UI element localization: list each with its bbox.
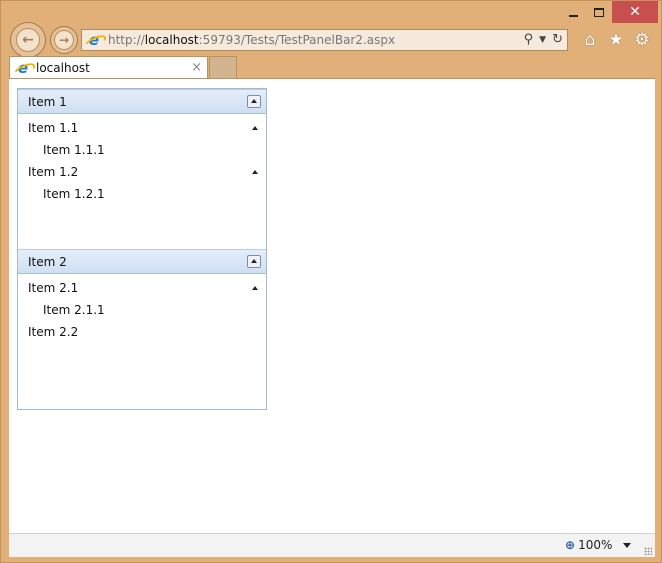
maximize-icon	[594, 7, 604, 17]
expand-arrow-icon[interactable]	[252, 126, 258, 130]
panel-item-label: Item 2.1.1	[43, 303, 105, 317]
new-tab-button[interactable]	[209, 56, 237, 78]
panel-header-item-2[interactable]: Item 2	[18, 249, 266, 274]
panel-item-label: Item 1.1	[28, 121, 79, 135]
zoom-icon: ⊕	[565, 538, 576, 552]
address-bar[interactable]: e http://localhost:59793/Tests/TestPanel…	[81, 29, 568, 51]
panel-header-label: Item 1	[28, 94, 67, 109]
forward-button[interactable]: →	[50, 26, 78, 54]
expand-arrow-icon[interactable]	[252, 170, 258, 174]
ie-logo-icon: e	[15, 60, 31, 76]
panel-item-label: Item 2.1	[28, 281, 79, 295]
browser-tab[interactable]: e localhost ×	[9, 56, 208, 79]
close-window-button[interactable]: ✕	[612, 1, 658, 23]
close-icon: ✕	[629, 4, 641, 20]
panel-item-1-1-1[interactable]: Item 1.1.1	[43, 139, 105, 161]
panel-item-2-1-1[interactable]: Item 2.1.1	[43, 299, 105, 321]
expand-arrow-icon[interactable]	[252, 286, 258, 290]
gear-icon[interactable]: ⚙	[633, 30, 651, 50]
page-content: Item 1 Item 1.1 Item 1.1.1 Item 1.2 Item…	[9, 78, 655, 533]
zoom-level: 100%	[578, 538, 613, 552]
arrow-right-icon: →	[54, 30, 74, 50]
zoom-control[interactable]: ⊕ 100%	[565, 538, 612, 552]
refresh-icon[interactable]: ↻	[552, 32, 563, 47]
resize-grip-icon[interactable]	[644, 547, 652, 555]
panel-header-label: Item 2	[28, 254, 67, 269]
panel-header-item-1[interactable]: Item 1	[18, 89, 266, 114]
panel-item-label: Item 2.2	[28, 325, 79, 339]
star-icon[interactable]: ★	[607, 30, 625, 50]
zoom-dropdown-icon[interactable]	[623, 543, 631, 548]
home-icon[interactable]: ⌂	[581, 30, 599, 50]
close-tab-icon[interactable]: ×	[191, 60, 202, 75]
arrow-left-icon: ←	[16, 28, 40, 52]
url-host: localhost	[144, 33, 199, 47]
url-path: :59793/Tests/TestPanelBar2.aspx	[198, 33, 396, 47]
maximize-button[interactable]	[587, 1, 611, 23]
panel-item-1-2[interactable]: Item 1.2	[28, 161, 258, 183]
panel-item-1-2-1[interactable]: Item 1.2.1	[43, 183, 105, 205]
status-bar: ⊕ 100%	[9, 533, 655, 557]
panel-item-label: Item 1.2.1	[43, 187, 105, 201]
collapse-button[interactable]	[247, 95, 261, 108]
minimize-icon	[568, 14, 578, 17]
search-icon[interactable]: ⚲	[524, 32, 534, 47]
panelbar: Item 1 Item 1.1 Item 1.1.1 Item 1.2 Item…	[17, 88, 267, 410]
panel-item-2-1[interactable]: Item 2.1	[28, 277, 258, 299]
back-button[interactable]: ←	[10, 22, 46, 58]
panel-item-label: Item 1.1.1	[43, 143, 105, 157]
panel-item-label: Item 1.2	[28, 165, 79, 179]
collapse-button[interactable]	[247, 255, 261, 268]
url-protocol: http://	[108, 33, 145, 47]
ie-logo-icon: e	[86, 32, 102, 48]
panel-item-1-1[interactable]: Item 1.1	[28, 117, 258, 139]
browser-window: ✕ ← → e http://localhost:59793/Tests/Tes…	[0, 0, 662, 563]
tab-title: localhost	[36, 61, 90, 75]
address-url[interactable]: http://localhost:59793/Tests/TestPanelBa…	[108, 33, 395, 47]
panel-item-2-2[interactable]: Item 2.2	[28, 321, 78, 343]
minimize-button[interactable]	[559, 1, 587, 23]
dropdown-icon[interactable]: ▼	[539, 35, 546, 45]
